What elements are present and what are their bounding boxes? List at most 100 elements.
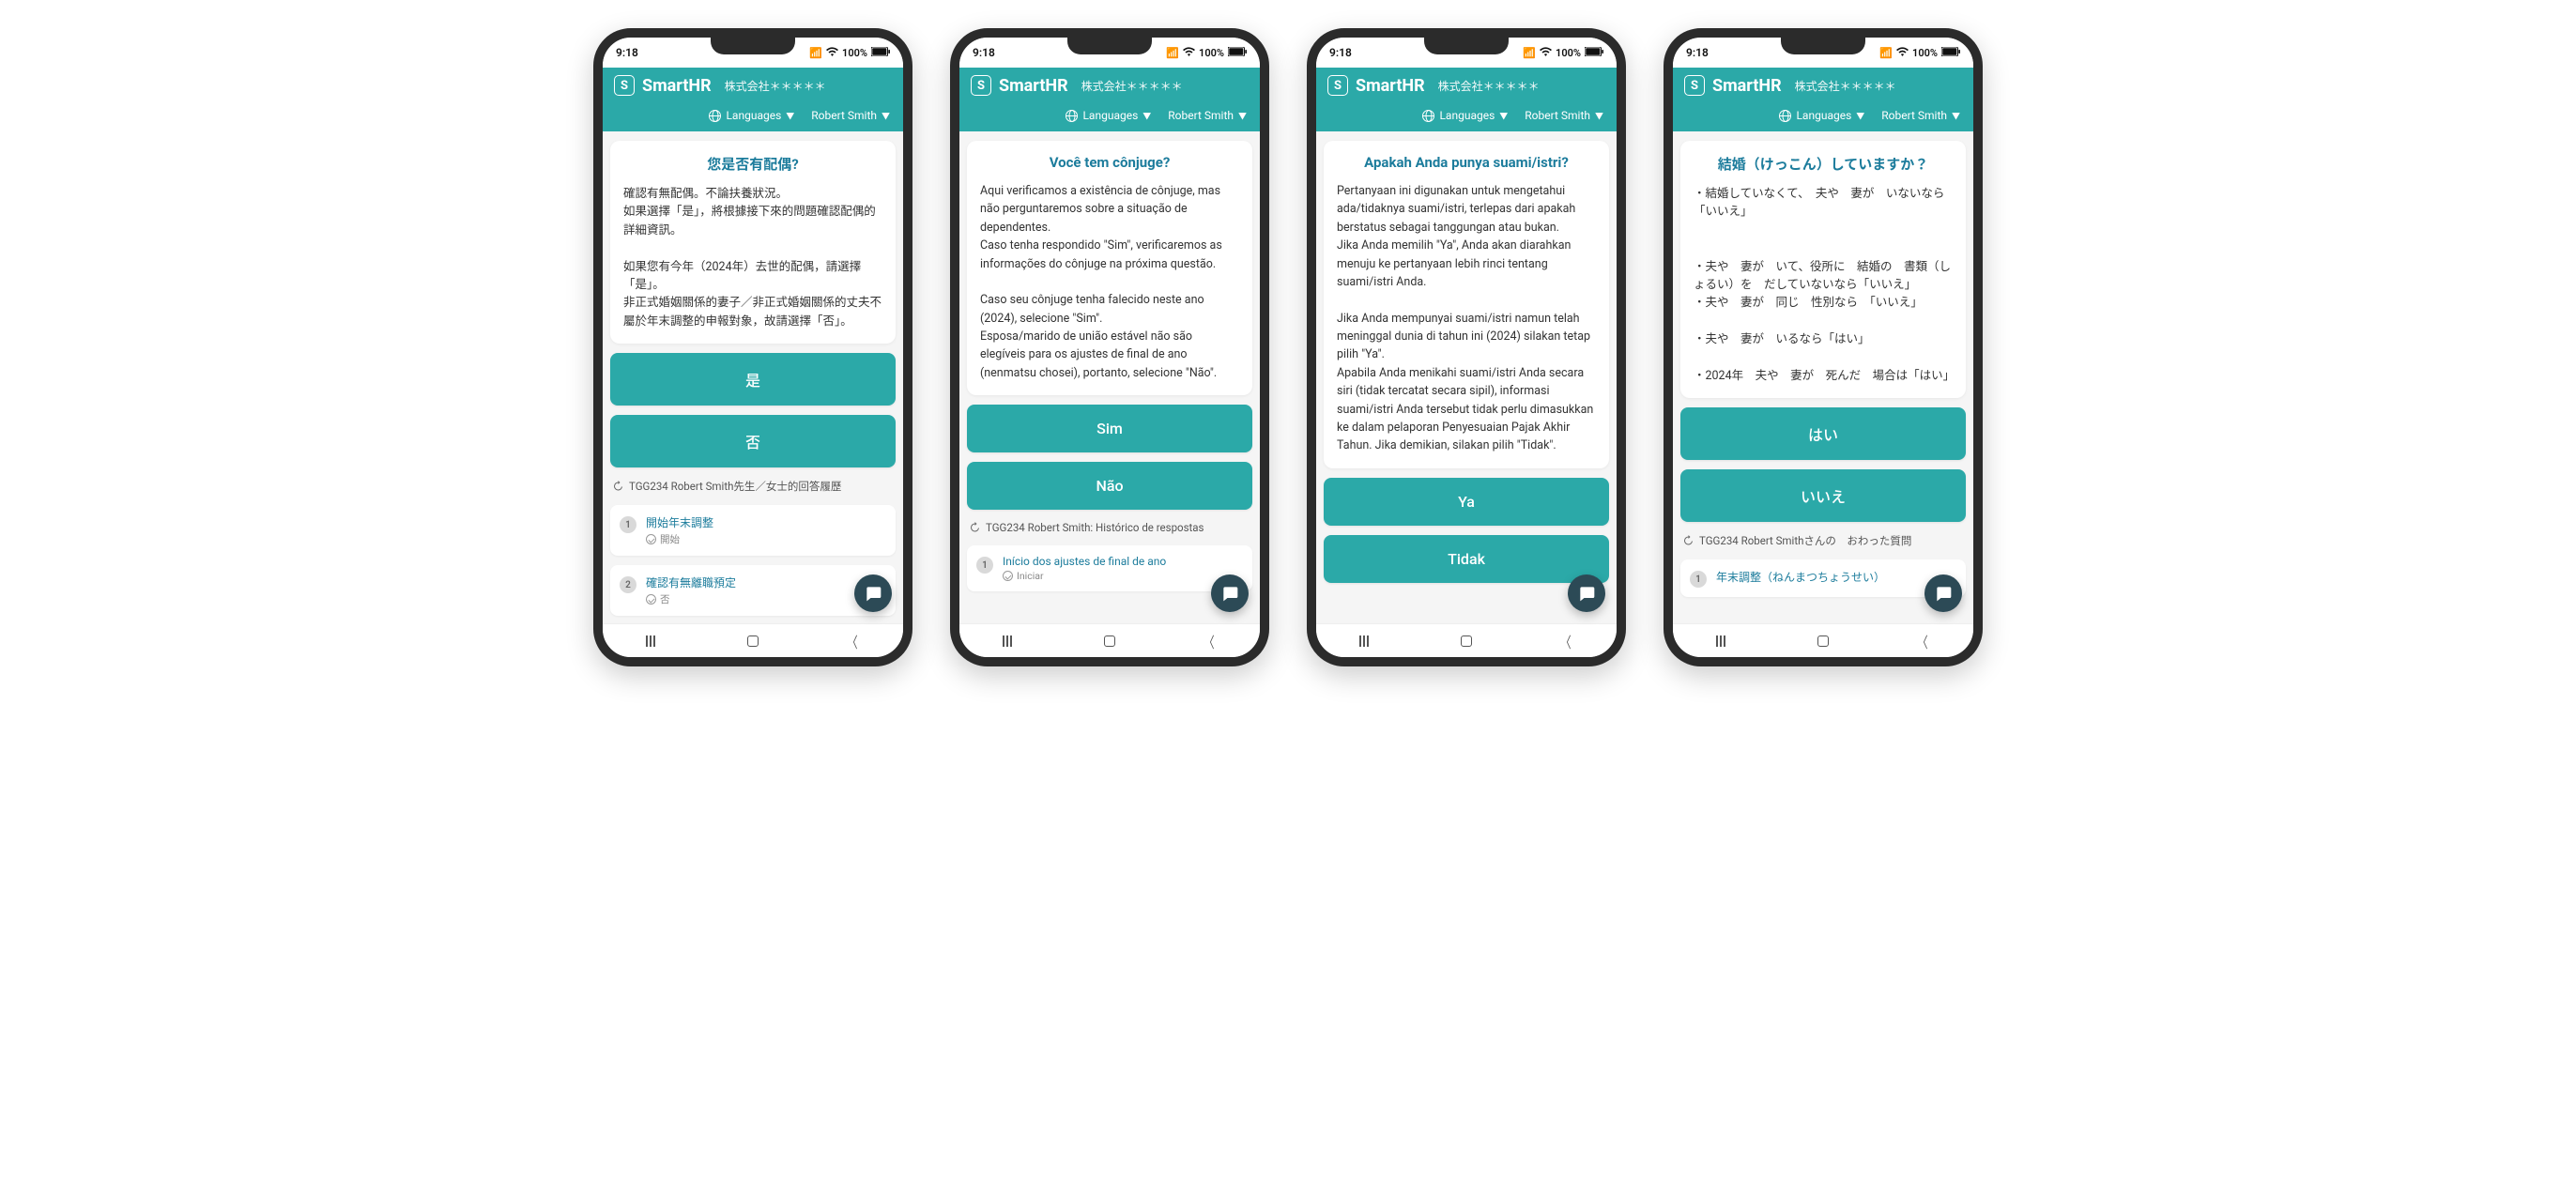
globe-icon <box>1422 110 1434 122</box>
battery-text: 100% <box>1199 47 1224 59</box>
status-icons: 📶 100% <box>1166 47 1247 59</box>
brand-name: SmartHR <box>1712 76 1782 96</box>
chat-button[interactable] <box>1211 574 1249 612</box>
battery-icon <box>1941 47 1960 59</box>
history-icon <box>969 522 980 533</box>
history-item-sub: 開始 <box>660 532 680 546</box>
history-label: TGG234 Robert Smith: Histórico de respos… <box>986 521 1204 534</box>
language-selector[interactable]: Languages ▼ <box>1066 109 1151 122</box>
question-title: Apakah Anda punya suami/istri? <box>1337 154 1596 171</box>
chat-icon <box>1220 584 1239 603</box>
phone-mockup: 9:18 📶 100% S SmartHR 株式会社＊＊＊＊＊ Language… <box>1307 28 1626 666</box>
yes-button[interactable]: Sim <box>967 405 1252 452</box>
nav-home-button[interactable] <box>1104 635 1115 647</box>
nav-back-button[interactable]: 〈 <box>1917 630 1927 652</box>
question-title: 您是否有配偶? <box>623 154 882 174</box>
content-area: 結婚（けっこん）していますか？ ・結婚していなくて、 夫や 妻が いないなら「い… <box>1673 131 1973 623</box>
logo-icon: S <box>614 75 635 96</box>
history-number: 1 <box>976 557 993 574</box>
battery-icon <box>1585 47 1603 59</box>
user-menu[interactable]: Robert Smith ▼ <box>811 109 890 122</box>
nav-home-button[interactable] <box>1817 635 1829 647</box>
user-name: Robert Smith <box>811 109 877 122</box>
android-nav-bar: 〈 <box>1316 623 1617 657</box>
status-time: 9:18 <box>1686 46 1709 59</box>
wifi-icon <box>826 47 838 59</box>
phone-mockup: 9:18 📶 100% S SmartHR 株式会社＊＊＊＊＊ Language… <box>1664 28 1983 666</box>
user-name: Robert Smith <box>1168 109 1234 122</box>
chevron-down-icon: ▼ <box>1499 110 1508 122</box>
globe-icon <box>1779 110 1791 122</box>
wifi-icon <box>1540 47 1552 59</box>
history-item[interactable]: 1 年末調整（ねんまつちょうせい） <box>1680 559 1966 597</box>
yes-button[interactable]: Ya <box>1324 478 1609 526</box>
nav-recent-button[interactable] <box>1716 635 1731 647</box>
question-title: Você tem cônjuge? <box>980 154 1239 171</box>
chat-button[interactable] <box>1924 574 1962 612</box>
nav-back-button[interactable]: 〈 <box>847 630 857 652</box>
history-item[interactable]: 1 Início dos ajustes de final de ano Ini… <box>967 545 1252 591</box>
no-button[interactable]: いいえ <box>1680 469 1966 522</box>
chat-icon <box>1934 584 1953 603</box>
company-name: 株式会社＊＊＊＊＊ <box>1081 78 1183 94</box>
history-number: 2 <box>620 576 636 593</box>
user-menu[interactable]: Robert Smith ▼ <box>1168 109 1247 122</box>
content-area: Apakah Anda punya suami/istri? Pertanyaa… <box>1316 131 1617 623</box>
nav-home-button[interactable] <box>1461 635 1472 647</box>
user-menu[interactable]: Robert Smith ▼ <box>1881 109 1960 122</box>
status-icons: 📶 100% <box>809 47 890 59</box>
chat-button[interactable] <box>854 574 892 612</box>
question-card: Apakah Anda punya suami/istri? Pertanyaa… <box>1324 141 1609 468</box>
nav-home-button[interactable] <box>747 635 759 647</box>
history-number: 1 <box>620 516 636 533</box>
question-title: 結婚（けっこん）していますか？ <box>1694 154 1953 174</box>
status-icons: 📶 100% <box>1879 47 1960 59</box>
user-menu[interactable]: Robert Smith ▼ <box>1525 109 1603 122</box>
language-selector[interactable]: Languages ▼ <box>1779 109 1864 122</box>
status-time: 9:18 <box>1329 46 1352 59</box>
globe-icon <box>1066 110 1078 122</box>
logo-icon: S <box>1684 75 1705 96</box>
check-icon <box>646 594 656 605</box>
logo-icon: S <box>1327 75 1348 96</box>
nav-recent-button[interactable] <box>1003 635 1018 647</box>
battery-icon <box>871 47 890 59</box>
nav-recent-button[interactable] <box>646 635 661 647</box>
chat-button[interactable] <box>1568 574 1605 612</box>
language-selector[interactable]: Languages ▼ <box>1422 109 1508 122</box>
yes-button[interactable]: はい <box>1680 407 1966 460</box>
company-name: 株式会社＊＊＊＊＊ <box>725 78 826 94</box>
language-selector[interactable]: Languages ▼ <box>709 109 794 122</box>
history-item[interactable]: 2 確認有無離職預定 否 <box>610 565 896 616</box>
app-header: S SmartHR 株式会社＊＊＊＊＊ Languages ▼ Robert S… <box>1673 68 1973 131</box>
phone-notch <box>1424 38 1509 54</box>
app-header: S SmartHR 株式会社＊＊＊＊＊ Languages ▼ Robert S… <box>959 68 1260 131</box>
nav-back-button[interactable]: 〈 <box>1560 630 1571 652</box>
phone-notch <box>1781 38 1865 54</box>
chevron-down-icon: ▼ <box>786 110 794 122</box>
phone-mockup: 9:18 📶 100% S SmartHR 株式会社＊＊＊＊＊ Language… <box>950 28 1269 666</box>
chevron-down-icon: ▼ <box>1856 110 1864 122</box>
history-icon <box>1682 535 1694 546</box>
history-header: TGG234 Robert Smith先生／女士的回答履歷 <box>610 477 896 496</box>
check-icon <box>1003 571 1013 581</box>
languages-label: Languages <box>1082 109 1138 122</box>
no-button[interactable]: Tidak <box>1324 535 1609 583</box>
no-button[interactable]: Não <box>967 462 1252 510</box>
languages-label: Languages <box>1439 109 1495 122</box>
no-button[interactable]: 否 <box>610 415 896 467</box>
languages-label: Languages <box>1796 109 1851 122</box>
user-name: Robert Smith <box>1525 109 1590 122</box>
android-nav-bar: 〈 <box>1673 623 1973 657</box>
yes-button[interactable]: 是 <box>610 353 896 406</box>
nav-back-button[interactable]: 〈 <box>1204 630 1214 652</box>
chevron-down-icon: ▼ <box>1238 110 1247 122</box>
nav-recent-button[interactable] <box>1359 635 1374 647</box>
status-time: 9:18 <box>973 46 995 59</box>
question-body: Pertanyaan ini digunakan untuk mengetahu… <box>1337 182 1596 455</box>
company-name: 株式会社＊＊＊＊＊ <box>1438 78 1540 94</box>
logo-icon: S <box>971 75 991 96</box>
history-item[interactable]: 1 開始年末調整 開始 <box>610 505 896 556</box>
history-number: 1 <box>1690 571 1707 588</box>
chevron-down-icon: ▼ <box>1142 110 1151 122</box>
